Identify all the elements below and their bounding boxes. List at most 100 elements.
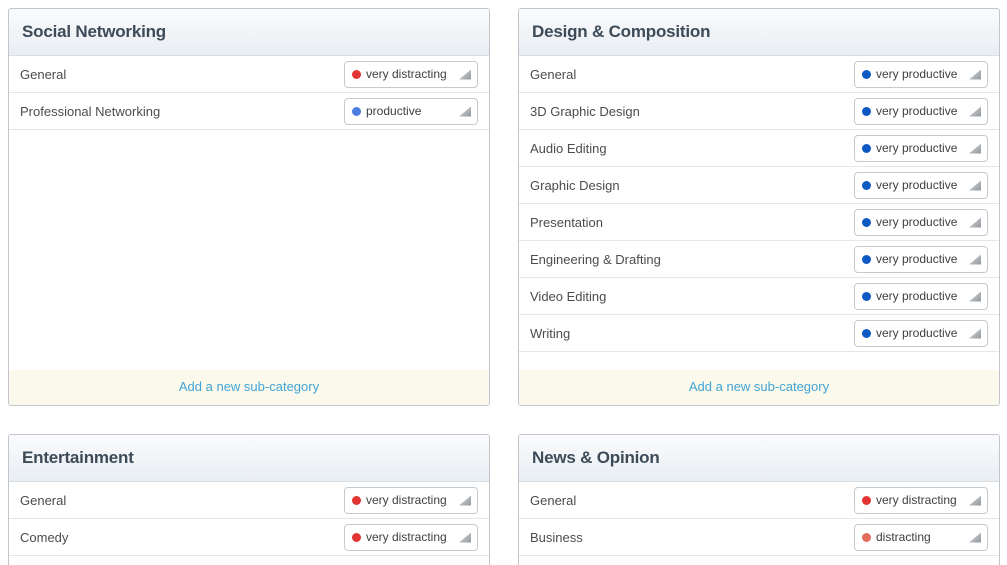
subcategory-row: Professional Networking productive bbox=[9, 93, 489, 130]
productivity-dropdown[interactable]: very distracting bbox=[344, 487, 478, 514]
category-header: Social Networking bbox=[9, 9, 489, 56]
productivity-dropdown[interactable]: productive bbox=[344, 98, 478, 125]
subcategory-label: Graphic Design bbox=[530, 178, 620, 193]
dropdown-resize-grip-icon bbox=[459, 70, 471, 80]
category-title: Design & Composition bbox=[532, 22, 710, 42]
subcategory-label: Business bbox=[530, 530, 583, 545]
productivity-value: very productive bbox=[876, 252, 957, 266]
productivity-dot-icon bbox=[862, 107, 871, 116]
dropdown-resize-grip-icon bbox=[969, 70, 981, 80]
productivity-dropdown[interactable]: very distracting bbox=[344, 524, 478, 551]
subcategory-list: General very distracting Business distra… bbox=[519, 482, 999, 565]
productivity-value: very distracting bbox=[876, 493, 957, 507]
subcategory-label: General bbox=[20, 493, 66, 508]
productivity-dropdown[interactable]: very productive bbox=[854, 283, 988, 310]
productivity-value: very productive bbox=[876, 326, 957, 340]
productivity-value: very productive bbox=[876, 289, 957, 303]
category-header: News & Opinion bbox=[519, 435, 999, 482]
subcategory-row: General very productive bbox=[519, 56, 999, 93]
subcategory-label: Writing bbox=[530, 326, 570, 341]
subcategory-row: 3D Graphic Design very productive bbox=[519, 93, 999, 130]
productivity-dot-icon bbox=[352, 496, 361, 505]
category-panel: News & Opinion General very distracting … bbox=[518, 434, 1000, 565]
dropdown-resize-grip-icon bbox=[969, 218, 981, 228]
subcategory-label: Video Editing bbox=[530, 289, 606, 304]
productivity-dropdown[interactable]: very productive bbox=[854, 61, 988, 88]
productivity-dot-icon bbox=[862, 496, 871, 505]
productivity-dropdown[interactable]: distracting bbox=[854, 524, 988, 551]
productivity-dropdown[interactable]: very distracting bbox=[854, 487, 988, 514]
productivity-dot-icon bbox=[862, 329, 871, 338]
category-header: Design & Composition bbox=[519, 9, 999, 56]
category-title: Entertainment bbox=[22, 448, 134, 468]
subcategory-row: Video Editing very productive bbox=[519, 278, 999, 315]
subcategory-row: Business distracting bbox=[519, 519, 999, 556]
subcategory-label: 3D Graphic Design bbox=[530, 104, 640, 119]
productivity-dot-icon bbox=[862, 181, 871, 190]
dropdown-resize-grip-icon bbox=[969, 181, 981, 191]
dropdown-resize-grip-icon bbox=[969, 329, 981, 339]
subcategory-list: General very distracting Professional Ne… bbox=[9, 56, 489, 370]
dropdown-resize-grip-icon bbox=[969, 533, 981, 543]
category-header: Entertainment bbox=[9, 435, 489, 482]
subcategory-list: General very distracting Comedy very dis… bbox=[9, 482, 489, 565]
category-title: Social Networking bbox=[22, 22, 166, 42]
productivity-value: very productive bbox=[876, 178, 957, 192]
productivity-dropdown[interactable]: very productive bbox=[854, 98, 988, 125]
productivity-dot-icon bbox=[862, 292, 871, 301]
productivity-value: very productive bbox=[876, 215, 957, 229]
category-panel: Entertainment General very distracting C… bbox=[8, 434, 490, 565]
subcategory-label: General bbox=[20, 67, 66, 82]
productivity-dropdown[interactable]: very productive bbox=[854, 172, 988, 199]
productivity-value: very distracting bbox=[366, 67, 447, 81]
dropdown-resize-grip-icon bbox=[969, 255, 981, 265]
subcategory-label: Presentation bbox=[530, 215, 603, 230]
category-panel: Design & Composition General very produc… bbox=[518, 8, 1000, 406]
subcategory-row: Writing very productive bbox=[519, 315, 999, 352]
subcategory-row: Engineering & Drafting very productive bbox=[519, 241, 999, 278]
productivity-dropdown[interactable]: very productive bbox=[854, 246, 988, 273]
productivity-value: very productive bbox=[876, 141, 957, 155]
subcategory-row: General very distracting bbox=[9, 482, 489, 519]
productivity-dot-icon bbox=[352, 70, 361, 79]
productivity-dot-icon bbox=[862, 70, 871, 79]
dropdown-resize-grip-icon bbox=[969, 144, 981, 154]
add-subcategory-link[interactable]: Add a new sub-category bbox=[689, 379, 829, 394]
subcategory-row: General very distracting bbox=[519, 482, 999, 519]
subcategory-row: General very distracting bbox=[9, 56, 489, 93]
productivity-dot-icon bbox=[352, 533, 361, 542]
panel-footer: Add a new sub-category bbox=[9, 370, 489, 405]
subcategory-row: Comedy very distracting bbox=[9, 519, 489, 556]
productivity-value: very productive bbox=[876, 104, 957, 118]
subcategory-row: Audio Editing very productive bbox=[519, 130, 999, 167]
add-subcategory-link[interactable]: Add a new sub-category bbox=[179, 379, 319, 394]
panel-footer: Add a new sub-category bbox=[519, 370, 999, 405]
productivity-dropdown[interactable]: very distracting bbox=[344, 61, 478, 88]
dropdown-resize-grip-icon bbox=[969, 496, 981, 506]
productivity-value: productive bbox=[366, 104, 421, 118]
productivity-dot-icon bbox=[352, 107, 361, 116]
subcategory-row: Presentation very productive bbox=[519, 204, 999, 241]
subcategory-label: General bbox=[530, 67, 576, 82]
dropdown-resize-grip-icon bbox=[969, 107, 981, 117]
productivity-dot-icon bbox=[862, 218, 871, 227]
subcategory-list: General very productive 3D Graphic Desig… bbox=[519, 56, 999, 370]
subcategory-row: Graphic Design very productive bbox=[519, 167, 999, 204]
dropdown-resize-grip-icon bbox=[459, 533, 471, 543]
panels-grid: Social Networking General very distracti… bbox=[8, 8, 1000, 565]
dropdown-resize-grip-icon bbox=[459, 496, 471, 506]
productivity-dot-icon bbox=[862, 533, 871, 542]
productivity-value: distracting bbox=[876, 530, 931, 544]
dropdown-resize-grip-icon bbox=[459, 107, 471, 117]
productivity-dropdown[interactable]: very productive bbox=[854, 209, 988, 236]
dropdown-resize-grip-icon bbox=[969, 292, 981, 302]
productivity-dot-icon bbox=[862, 144, 871, 153]
subcategory-label: General bbox=[530, 493, 576, 508]
subcategory-label: Comedy bbox=[20, 530, 68, 545]
productivity-dropdown[interactable]: very productive bbox=[854, 135, 988, 162]
productivity-dropdown[interactable]: very productive bbox=[854, 320, 988, 347]
productivity-value: very distracting bbox=[366, 530, 447, 544]
category-panel: Social Networking General very distracti… bbox=[8, 8, 490, 406]
category-title: News & Opinion bbox=[532, 448, 660, 468]
subcategory-label: Audio Editing bbox=[530, 141, 607, 156]
